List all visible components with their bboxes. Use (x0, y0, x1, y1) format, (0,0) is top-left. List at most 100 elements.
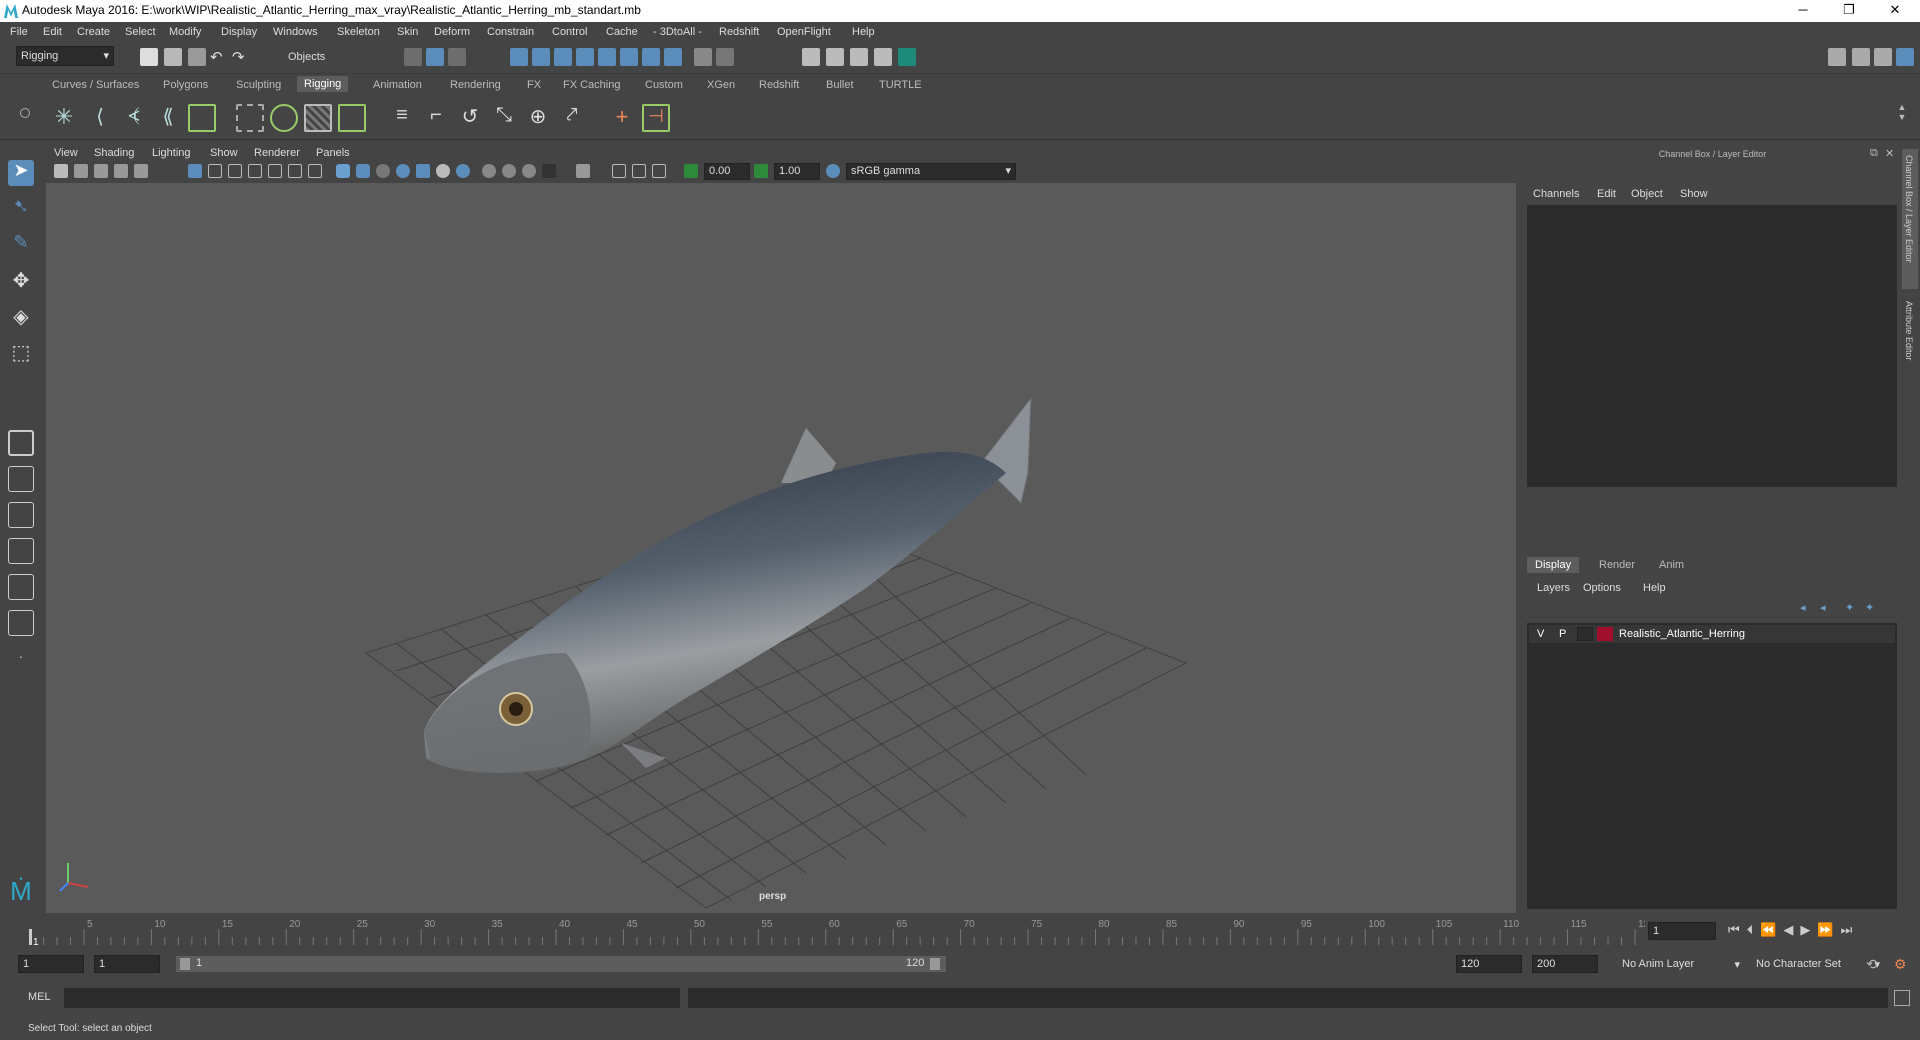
layer-type-toggle[interactable] (1577, 627, 1593, 641)
shelf-tab-turtle[interactable]: TURTLE (879, 79, 922, 91)
orient-constraint-icon[interactable]: ↺ (456, 104, 484, 132)
object-menu[interactable]: Object (1631, 188, 1663, 200)
parent-constraint-icon[interactable]: ⊕ (524, 104, 552, 132)
ik-spline-icon[interactable]: ⦓ (120, 104, 148, 132)
camera-attributes-icon[interactable] (54, 164, 68, 178)
selection-mode-dropdown[interactable]: Objects (284, 48, 380, 66)
script-language-label[interactable]: MEL (28, 991, 51, 1003)
close-panel-icon[interactable]: ✕ (1885, 147, 1894, 160)
mirror-joint-icon[interactable]: ⟪ (154, 104, 182, 132)
menu-file[interactable]: File (10, 26, 28, 38)
scale-tool-icon[interactable]: ⬚ (8, 340, 34, 366)
point-constraint-icon[interactable]: ≡ (388, 104, 416, 132)
snap-point-icon[interactable] (554, 48, 572, 66)
tool-settings-toggle-icon[interactable] (1874, 48, 1892, 66)
select-by-hierarchy-icon[interactable] (404, 48, 422, 66)
select-tool-icon[interactable]: ➤ (8, 160, 34, 186)
film-gate-icon[interactable] (208, 164, 222, 178)
persp-graph-layout-icon[interactable] (8, 538, 34, 564)
color-management-icon[interactable] (826, 164, 840, 178)
layer-row[interactable]: V P Realistic_Atlantic_Herring (1529, 625, 1895, 643)
new-scene-icon[interactable] (140, 48, 158, 66)
render-settings-icon[interactable] (874, 48, 892, 66)
snap-center-icon[interactable] (642, 48, 660, 66)
select-history-icon[interactable] (716, 48, 734, 66)
menu-skin[interactable]: Skin (397, 26, 418, 38)
layer-playback-toggle[interactable]: P (1559, 628, 1566, 640)
menu-control[interactable]: Control (552, 26, 587, 38)
range-slider[interactable]: 1 120 (176, 956, 946, 972)
go-to-start-icon[interactable]: ⏮ (1728, 922, 1747, 937)
auto-key-icon[interactable]: ⟲ (1866, 956, 1878, 973)
panel-menu-shading[interactable]: Shading (94, 147, 134, 159)
four-view-layout-icon[interactable] (8, 466, 34, 492)
layer-tab-anim[interactable]: Anim (1651, 557, 1692, 573)
ik-handle-icon[interactable]: ⟨ (86, 104, 114, 132)
step-back-key-icon[interactable]: ⏪ (1760, 922, 1783, 937)
options-menu[interactable]: Options (1583, 582, 1621, 594)
hypershade-icon[interactable] (898, 48, 916, 66)
shelf-tab-rendering[interactable]: Rendering (450, 79, 501, 91)
bind-skin-icon[interactable] (188, 104, 216, 132)
panel-menu-renderer[interactable]: Renderer (254, 147, 300, 159)
step-back-frame-icon[interactable]: ⏴ (1747, 922, 1761, 937)
menu-3dtoall[interactable]: - 3DtoAll - (653, 26, 702, 38)
panel-menu-lighting[interactable]: Lighting (152, 147, 191, 159)
multisample-aa-icon[interactable] (502, 164, 516, 178)
edit-menu[interactable]: Edit (1597, 188, 1616, 200)
current-frame-marker[interactable] (29, 929, 32, 945)
scale-constraint-icon[interactable]: ⤡ (490, 104, 518, 132)
shelf-tab-custom[interactable]: Custom (645, 79, 683, 91)
attribute-editor-toggle-icon[interactable] (1852, 48, 1870, 66)
character-set-dropdown[interactable]: No Character Set ▾ (1756, 958, 1880, 971)
move-layer-down-icon[interactable]: ◂ (1820, 601, 1826, 614)
render-view-icon[interactable] (802, 48, 820, 66)
textured-icon[interactable] (396, 164, 410, 178)
attribute-editor-side-tab[interactable]: Attribute Editor (1902, 295, 1918, 395)
current-frame-field[interactable]: 1 (1648, 922, 1716, 940)
field-chart-icon[interactable] (268, 164, 282, 178)
range-start-handle[interactable] (180, 958, 190, 970)
modeling-toolkit-icon[interactable] (1828, 48, 1846, 66)
channels-menu[interactable]: Channels (1533, 188, 1579, 200)
two-d-pan-zoom-icon[interactable] (114, 164, 128, 178)
restore-button[interactable]: ❐ (1826, 0, 1872, 22)
anim-layer-dropdown[interactable]: No Anim Layer ▾ (1622, 958, 1740, 971)
joint-tool-icon[interactable]: ✳ (50, 104, 78, 132)
use-all-lights-icon[interactable] (416, 164, 430, 178)
shelf-scroll-icon[interactable]: ▲ ▼ (1896, 102, 1908, 132)
layer-name[interactable]: Realistic_Atlantic_Herring (1619, 628, 1745, 640)
menu-redshift[interactable]: Redshift (719, 26, 759, 38)
pole-vector-icon[interactable]: ⤤ (558, 104, 586, 132)
range-end-handle[interactable] (930, 958, 940, 970)
channel-box-side-tab[interactable]: Channel Box / Layer Editor (1902, 149, 1918, 289)
layer-tab-display[interactable]: Display (1527, 557, 1580, 573)
undo-icon[interactable]: ↶ (210, 48, 228, 66)
shelf-tab-animation[interactable]: Animation (373, 79, 422, 91)
snap-surface-icon[interactable] (620, 48, 638, 66)
single-perspective-layout-icon[interactable] (8, 430, 34, 456)
panel-menu-show[interactable]: Show (210, 147, 238, 159)
wireframe-on-shaded-icon[interactable] (376, 164, 390, 178)
script-editor-icon[interactable] (1894, 990, 1910, 1006)
snap-grid-icon[interactable] (510, 48, 528, 66)
paint-select-tool-icon[interactable]: ✎ (8, 232, 34, 258)
shelf-tab-polygons[interactable]: Polygons (163, 79, 208, 91)
gamma-field[interactable]: 1.00 (774, 163, 820, 180)
menu-windows[interactable]: Windows (273, 26, 318, 38)
playback-end-field[interactable]: 120 (1456, 955, 1522, 973)
grease-pencil-icon[interactable] (134, 164, 148, 178)
menu-modify[interactable]: Modify (169, 26, 201, 38)
minimize-button[interactable]: ─ (1780, 0, 1826, 22)
snap-view-plane-icon[interactable] (576, 48, 594, 66)
move-layer-up-icon[interactable]: ◂ (1800, 601, 1806, 614)
lattice-icon[interactable] (236, 104, 264, 132)
snap-curve-icon[interactable] (532, 48, 550, 66)
layer-color-swatch[interactable] (1597, 627, 1613, 641)
exposure-icon[interactable] (684, 164, 698, 178)
shelf-tab-sculpting[interactable]: Sculpting (236, 79, 281, 91)
channel-box-toggle-icon[interactable] (1896, 48, 1914, 66)
motion-blur-icon[interactable] (482, 164, 496, 178)
menu-skeleton[interactable]: Skeleton (337, 26, 380, 38)
move-tool-icon[interactable]: ✥ (8, 268, 34, 294)
